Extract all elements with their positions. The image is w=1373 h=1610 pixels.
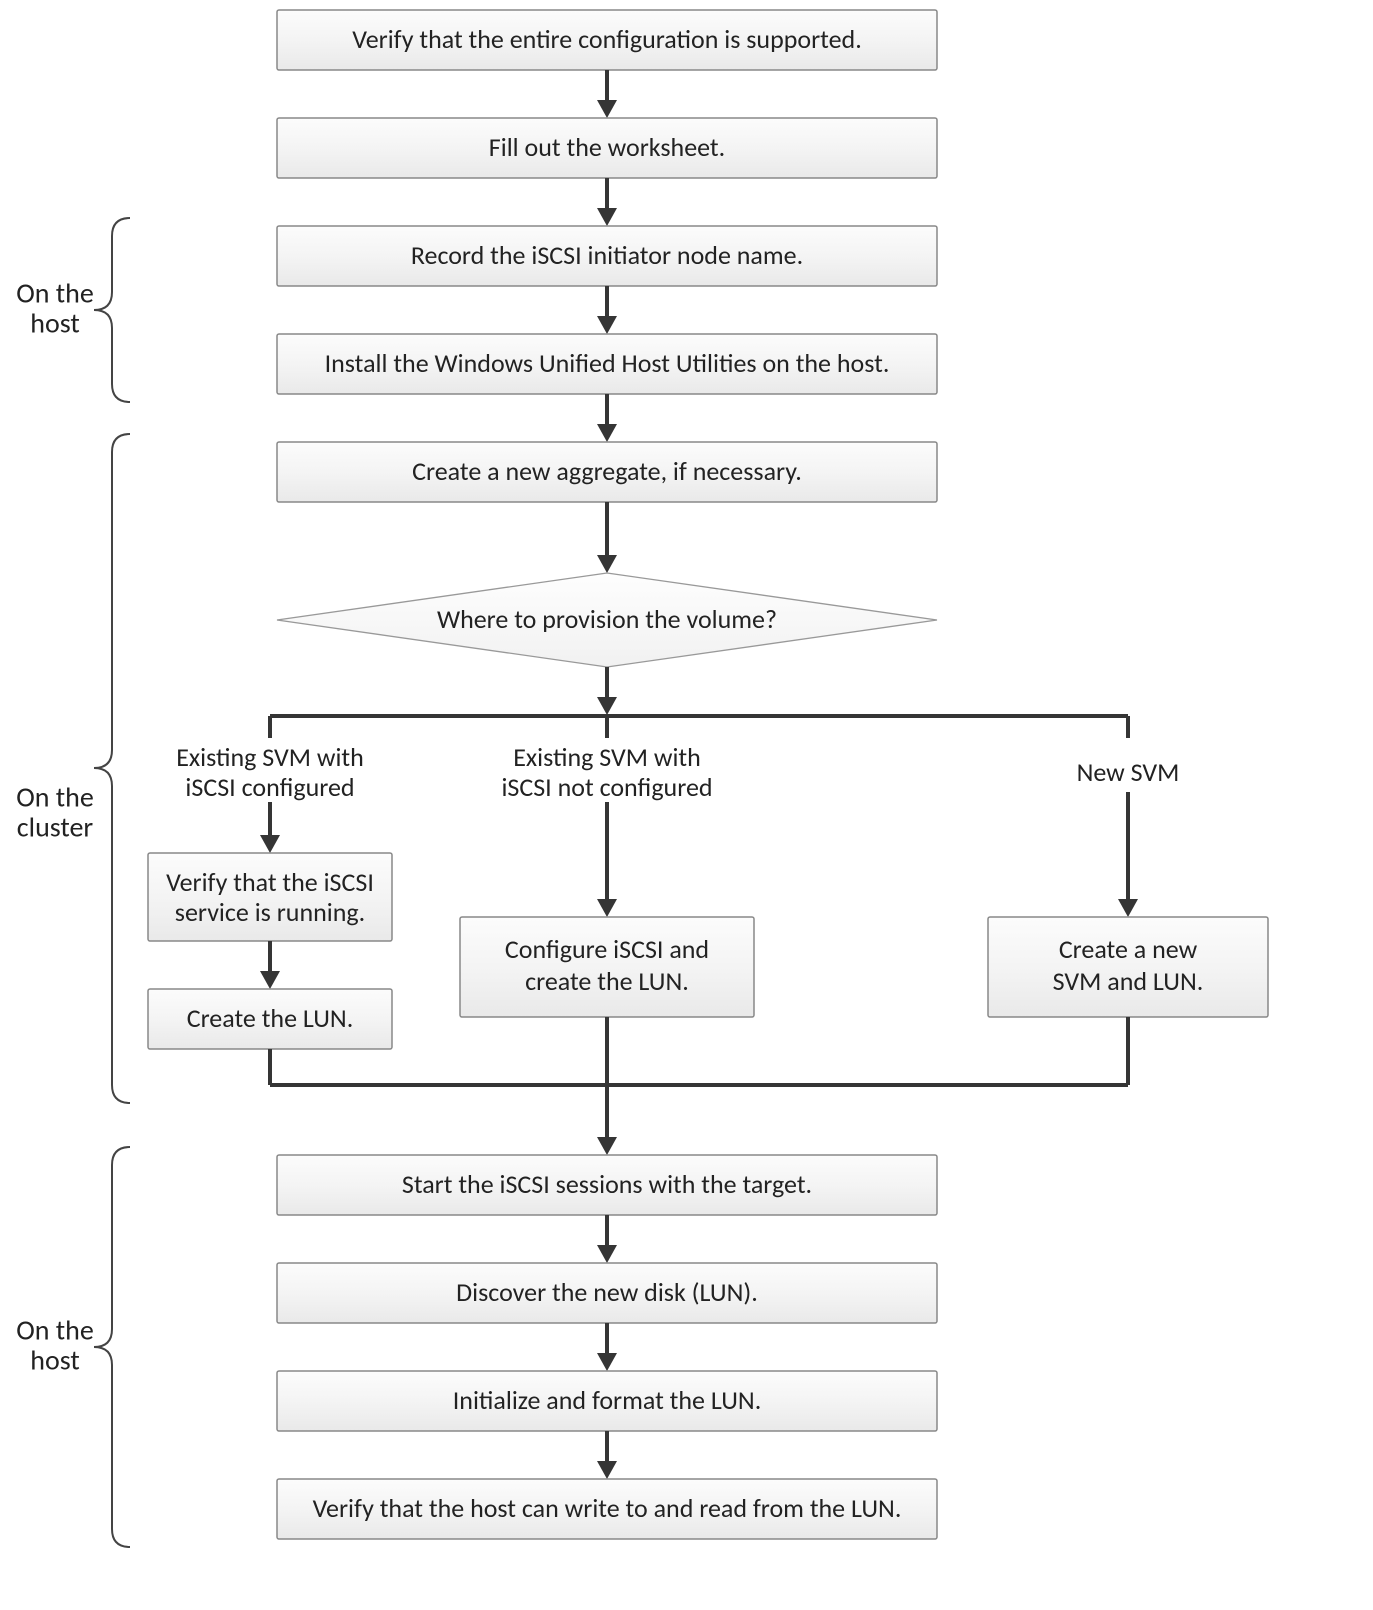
step-start-sessions-label: Start the iSCSI sessions with the target… xyxy=(402,1168,812,1200)
step-verify-rw-label: Verify that the host can write to and re… xyxy=(313,1492,902,1524)
b2-line1: Configure iSCSI and xyxy=(505,933,709,965)
bracket-host-2 xyxy=(94,1147,130,1547)
b2-line2: create the LUN. xyxy=(525,965,689,997)
label-host-2-line2: host xyxy=(30,1343,80,1378)
step-install-whu-label: Install the Windows Unified Host Utiliti… xyxy=(325,347,890,379)
step-worksheet-label: Fill out the worksheet. xyxy=(489,131,725,163)
label-host-1-line2: host xyxy=(30,306,80,341)
branch-1-label-line1: Existing SVM with xyxy=(176,741,364,773)
step-verify-config-label: Verify that the entire configuration is … xyxy=(352,23,862,55)
b3-line2: SVM and LUN. xyxy=(1053,965,1204,997)
step-init-format-label: Initialize and format the LUN. xyxy=(453,1384,762,1416)
b1-create-lun-label: Create the LUN. xyxy=(187,1002,354,1034)
bracket-cluster xyxy=(94,434,130,1103)
decision-provision-label: Where to provision the volume? xyxy=(437,603,777,635)
b1-verify-line1: Verify that the iSCSI xyxy=(166,866,374,898)
branch-3-label: New SVM xyxy=(1077,756,1180,788)
branch-2-label-line1: Existing SVM with xyxy=(513,741,701,773)
step-record-iqn-label: Record the iSCSI initiator node name. xyxy=(411,239,803,271)
bracket-host-1 xyxy=(94,218,130,402)
branch-2-label-line2: iSCSI not configured xyxy=(501,771,712,803)
step-discover-label: Discover the new disk (LUN). xyxy=(456,1276,758,1308)
flowchart-canvas: Verify that the entire configuration is … xyxy=(0,0,1373,1610)
label-cluster-line2: cluster xyxy=(17,810,94,845)
b1-verify-line2: service is running. xyxy=(175,896,365,928)
b3-line1: Create a new xyxy=(1059,933,1198,965)
step-aggregate-label: Create a new aggregate, if necessary. xyxy=(412,455,802,487)
branch-1-label-line2: iSCSI configured xyxy=(185,771,354,803)
